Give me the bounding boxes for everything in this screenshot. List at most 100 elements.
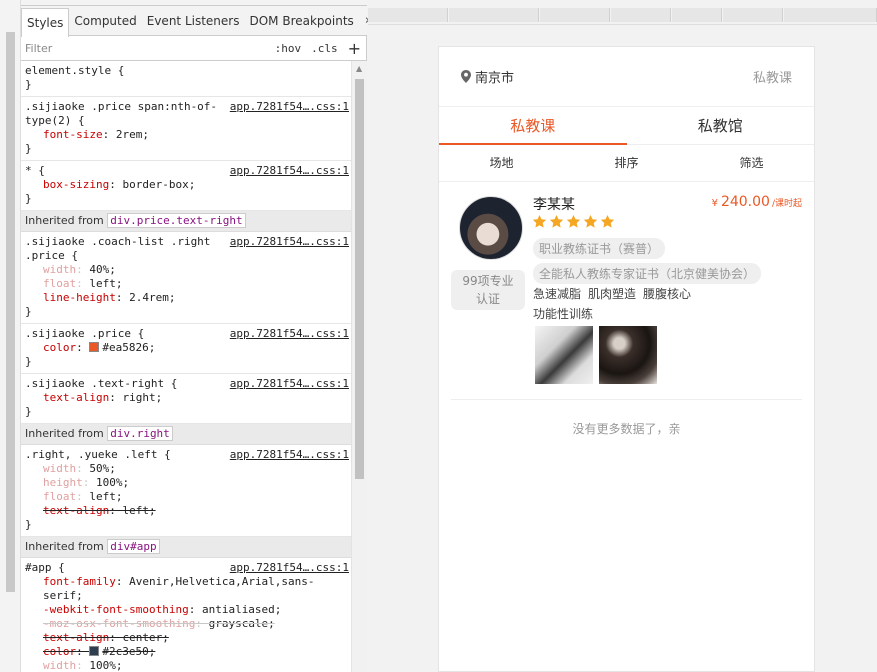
- media-query-segment[interactable]: [723, 8, 783, 22]
- price-value: 240.00: [720, 194, 770, 210]
- media-query-segment[interactable]: [611, 8, 671, 22]
- media-query-segment[interactable]: [449, 8, 539, 22]
- styles-scrollbar-thumb[interactable]: [355, 79, 364, 479]
- css-declaration[interactable]: line-height: 2.4rem;: [25, 291, 347, 305]
- property-name[interactable]: width: [43, 263, 76, 276]
- property-value[interactable]: #2c3e50;: [102, 645, 155, 658]
- css-declaration[interactable]: box-sizing: border-box;: [25, 178, 347, 192]
- property-name[interactable]: -moz-osx-font-smoothing: [43, 617, 195, 630]
- property-name[interactable]: height: [43, 476, 83, 489]
- property-value[interactable]: 50%;: [89, 462, 116, 475]
- css-declaration[interactable]: width: 100%;: [25, 659, 347, 672]
- filter-bar: 场地 排序 筛选: [439, 145, 814, 182]
- media-query-segment[interactable]: [672, 8, 722, 22]
- css-declaration[interactable]: font-family: Avenir,Helvetica,Arial,sans…: [25, 575, 347, 603]
- certificate-tag: 职业教练证书（赛普）: [533, 238, 666, 259]
- coach-photo[interactable]: [599, 326, 657, 384]
- tab-private-gym[interactable]: 私教馆: [627, 107, 815, 144]
- css-declaration[interactable]: width: 50%;: [25, 462, 347, 476]
- tab-private-course[interactable]: 私教课: [439, 107, 627, 145]
- rule-source-link[interactable]: app.7281f54….css:1: [229, 164, 349, 178]
- property-value[interactable]: center;: [122, 631, 168, 644]
- rule-selector[interactable]: element.style {: [25, 64, 347, 78]
- property-name[interactable]: color: [43, 341, 76, 354]
- media-query-segment[interactable]: [540, 8, 610, 22]
- property-value[interactable]: left;: [122, 504, 155, 517]
- css-declaration[interactable]: -webkit-font-smoothing: antialiased;: [25, 603, 347, 617]
- property-name[interactable]: float: [43, 490, 76, 503]
- property-value[interactable]: left;: [89, 490, 122, 503]
- property-name[interactable]: font-size: [43, 128, 103, 141]
- new-style-rule-icon[interactable]: +: [348, 39, 361, 58]
- tab-dom-breakpoints[interactable]: DOM Breakpoints: [244, 6, 358, 35]
- css-declaration[interactable]: color: #2c3e50;: [25, 645, 347, 659]
- css-declaration[interactable]: text-align: center;: [25, 631, 347, 645]
- property-name[interactable]: font-family: [43, 575, 116, 588]
- css-declaration[interactable]: -moz-osx-font-smoothing: grayscale;: [25, 617, 347, 631]
- scroll-up-icon[interactable]: ▲: [356, 64, 362, 73]
- rule-source-link[interactable]: app.7281f54….css:1: [229, 327, 349, 341]
- css-declaration[interactable]: height: 100%;: [25, 476, 347, 490]
- coach-photo[interactable]: [535, 326, 593, 384]
- property-value[interactable]: right;: [122, 391, 162, 404]
- tab-event-listeners[interactable]: Event Listeners: [142, 6, 245, 35]
- filter-sort[interactable]: 排序: [564, 145, 689, 181]
- coach-list-item[interactable]: 李某某 ¥240.00/课时起 职业教练证书（赛普） 99项专业 认证 全能私人…: [451, 182, 802, 400]
- inherited-element-link[interactable]: div.right: [107, 426, 173, 441]
- inherited-element-link[interactable]: div#app: [107, 539, 160, 554]
- property-value[interactable]: antialiased;: [202, 603, 281, 616]
- filter-screen[interactable]: 筛选: [689, 145, 814, 181]
- rule-close-brace: }: [25, 192, 32, 205]
- header-right-label[interactable]: 私教课: [753, 67, 792, 86]
- property-name[interactable]: box-sizing: [43, 178, 109, 191]
- property-value[interactable]: 2rem;: [116, 128, 149, 141]
- property-name[interactable]: line-height: [43, 291, 116, 304]
- property-name[interactable]: width: [43, 659, 76, 672]
- property-value[interactable]: 40%;: [89, 263, 116, 276]
- property-value[interactable]: #ea5826;: [102, 341, 155, 354]
- rule-source-link[interactable]: app.7281f54….css:1: [229, 235, 349, 249]
- color-swatch-icon[interactable]: [89, 342, 100, 352]
- property-value[interactable]: 100%;: [89, 659, 122, 672]
- property-name[interactable]: float: [43, 277, 76, 290]
- hov-toggle[interactable]: :hov: [275, 42, 302, 55]
- property-value[interactable]: 2.4rem;: [129, 291, 175, 304]
- inherited-element-link[interactable]: div.price.text-right: [107, 213, 246, 228]
- property-name[interactable]: -webkit-font-smoothing: [43, 603, 189, 616]
- css-declaration[interactable]: float: left;: [25, 277, 347, 291]
- rule-source-link[interactable]: app.7281f54….css:1: [229, 377, 349, 391]
- star-icon: [600, 214, 615, 228]
- rule-source-link[interactable]: app.7281f54….css:1: [229, 561, 349, 575]
- cls-toggle[interactable]: .cls: [311, 42, 338, 55]
- css-declaration[interactable]: float: left;: [25, 490, 347, 504]
- tab-styles[interactable]: Styles: [21, 8, 70, 37]
- css-declaration[interactable]: text-align: right;: [25, 391, 347, 405]
- property-value[interactable]: left;: [89, 277, 122, 290]
- elements-panel-scrollbar[interactable]: [0, 0, 21, 672]
- property-name[interactable]: color: [43, 645, 76, 658]
- property-value[interactable]: border-box;: [122, 178, 195, 191]
- css-declaration[interactable]: color: #ea5826;: [25, 341, 347, 355]
- rule-source-link[interactable]: app.7281f54….css:1: [229, 100, 349, 114]
- property-name[interactable]: text-align: [43, 631, 109, 644]
- color-swatch-icon[interactable]: [89, 646, 100, 656]
- property-name[interactable]: width: [43, 462, 76, 475]
- styles-scrollbar[interactable]: ▲: [351, 61, 367, 672]
- filter-venue[interactable]: 场地: [439, 145, 564, 181]
- rule-source-link[interactable]: app.7281f54….css:1: [229, 448, 349, 462]
- tab-computed[interactable]: Computed: [69, 6, 141, 35]
- css-declaration[interactable]: font-size: 2rem;: [25, 128, 347, 142]
- city-selector[interactable]: 南京市: [461, 67, 514, 86]
- styles-filter-input[interactable]: Filter: [25, 42, 275, 55]
- css-declaration[interactable]: text-align: left;: [25, 504, 347, 518]
- property-name[interactable]: text-align: [43, 504, 109, 517]
- property-value[interactable]: grayscale;: [209, 617, 275, 630]
- media-query-segment[interactable]: [784, 8, 877, 22]
- css-declaration[interactable]: width: 40%;: [25, 263, 347, 277]
- property-value[interactable]: 100%;: [96, 476, 129, 489]
- property-name[interactable]: text-align: [43, 391, 109, 404]
- media-query-segment[interactable]: [368, 8, 448, 22]
- star-icon: [566, 214, 581, 228]
- css-rule: app.7281f54….css:1 * {box-sizing: border-…: [21, 161, 351, 211]
- scrollbar-thumb[interactable]: [6, 32, 15, 592]
